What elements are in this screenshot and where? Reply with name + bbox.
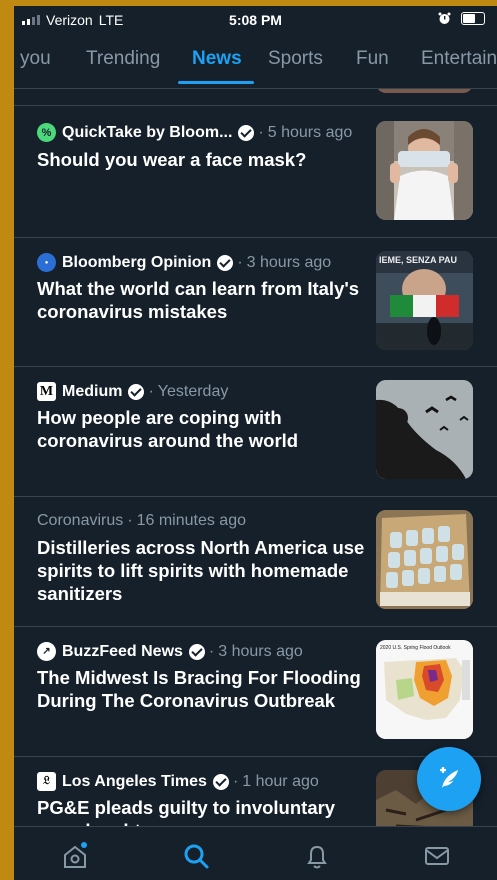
- headline: What the world can learn from Italy's co…: [37, 278, 360, 322]
- item-meta: % QuickTake by Bloom... · 5 hours ago: [37, 123, 352, 142]
- mail-icon[interactable]: [422, 841, 452, 871]
- source-name: QuickTake by Bloom...: [62, 123, 233, 141]
- map-title: 2020 U.S. Spring Flood Outlook: [380, 645, 451, 651]
- timestamp: 3 hours ago: [218, 642, 303, 660]
- home-icon[interactable]: [60, 841, 90, 871]
- news-item-distilleries[interactable]: Coronavirus · 16 minutes ago Distillerie…: [14, 496, 497, 627]
- phone-screen: Verizon LTE 5:08 PM you Trending News Sp…: [14, 6, 497, 880]
- bottom-navigation: [14, 826, 497, 880]
- timestamp: 5 hours ago: [267, 123, 353, 141]
- compose-tweet-icon: [440, 767, 458, 788]
- timestamp: 16 minutes ago: [136, 512, 246, 529]
- clock: 5:08 PM: [229, 12, 282, 28]
- timestamp: Yesterday: [157, 382, 229, 400]
- tab-trending[interactable]: Trending: [86, 48, 160, 70]
- source-name: BuzzFeed News: [62, 642, 183, 660]
- verified-badge-icon: [238, 124, 255, 141]
- headline: How people are coping with coronavirus a…: [37, 407, 299, 451]
- previous-thumbnail: [376, 89, 473, 93]
- explore-tabs: you Trending News Sports Fun Entertainme…: [14, 36, 497, 89]
- verified-badge-icon: [217, 254, 234, 271]
- verified-badge-icon: [128, 383, 145, 400]
- medium-logo-icon: M: [37, 382, 56, 401]
- source-name: Bloomberg Opinion: [62, 253, 212, 271]
- verified-badge-icon: [188, 643, 205, 660]
- item-meta: Coronavirus · 16 minutes ago: [37, 512, 246, 529]
- news-item-medium[interactable]: M Medium · Yesterday How people are copi…: [14, 366, 497, 497]
- silhouette-birds-thumbnail: [376, 380, 473, 479]
- search-icon[interactable]: [181, 841, 211, 871]
- timestamp: 3 hours ago: [246, 253, 332, 271]
- sanitizer-bottles-thumbnail: [376, 510, 473, 609]
- tab-sports[interactable]: Sports: [268, 48, 323, 70]
- headline: PG&E pleads guilty to involuntary mansla…: [37, 797, 336, 826]
- headline: Distilleries across North America use sp…: [37, 537, 365, 604]
- headline: Should you wear a face mask?: [37, 149, 307, 170]
- news-item-quicktake[interactable]: % QuickTake by Bloom... · 5 hours ago Sh…: [14, 106, 497, 238]
- la-times-logo-icon: 𝔏: [37, 772, 56, 791]
- news-item-buzzfeed[interactable]: ↗ BuzzFeed News · 3 hours ago The Midwes…: [14, 626, 497, 757]
- tab-news[interactable]: News: [192, 48, 242, 70]
- quicktake-logo-icon: %: [37, 123, 56, 142]
- tab-entertainment[interactable]: Entertainment: [421, 48, 497, 70]
- compose-tweet-button[interactable]: [417, 747, 481, 811]
- active-tab-indicator: [178, 81, 254, 84]
- item-meta: ↗ BuzzFeed News · 3 hours ago: [37, 642, 303, 661]
- italy-mural-thumbnail: IEME, SENZA PAU: [376, 251, 473, 350]
- status-bar: Verizon LTE 5:08 PM: [14, 6, 497, 36]
- mask-photo-thumbnail: [376, 121, 473, 220]
- bloomberg-logo-icon: ●: [37, 253, 56, 272]
- tab-for-you[interactable]: you: [20, 48, 51, 70]
- source-name: Medium: [62, 382, 123, 400]
- headline: The Midwest Is Bracing For Flooding Duri…: [37, 667, 361, 711]
- topic-name: Coronavirus: [37, 512, 124, 529]
- source-name: Los Angeles Times: [62, 772, 207, 790]
- news-item-bloomberg-opinion[interactable]: ● Bloomberg Opinion · 3 hours ago What t…: [14, 237, 497, 367]
- buzzfeed-logo-icon: ↗: [37, 642, 56, 661]
- alarm-clock-icon: [438, 12, 451, 24]
- news-feed[interactable]: % QuickTake by Bloom... · 5 hours ago Sh…: [14, 89, 497, 826]
- mural-text: IEME, SENZA PAU: [379, 255, 457, 265]
- item-meta: M Medium · Yesterday: [37, 382, 228, 401]
- previous-item-remainder: [14, 89, 497, 106]
- bell-icon[interactable]: [302, 841, 332, 871]
- timestamp: 1 hour ago: [242, 772, 319, 790]
- battery-icon: [461, 12, 485, 25]
- item-meta: ● Bloomberg Opinion · 3 hours ago: [37, 253, 331, 272]
- flood-outlook-map-thumbnail: 2020 U.S. Spring Flood Outlook: [376, 640, 473, 739]
- tab-fun[interactable]: Fun: [356, 48, 389, 70]
- verified-badge-icon: [212, 773, 229, 790]
- item-meta: 𝔏 Los Angeles Times · 1 hour ago: [37, 772, 319, 791]
